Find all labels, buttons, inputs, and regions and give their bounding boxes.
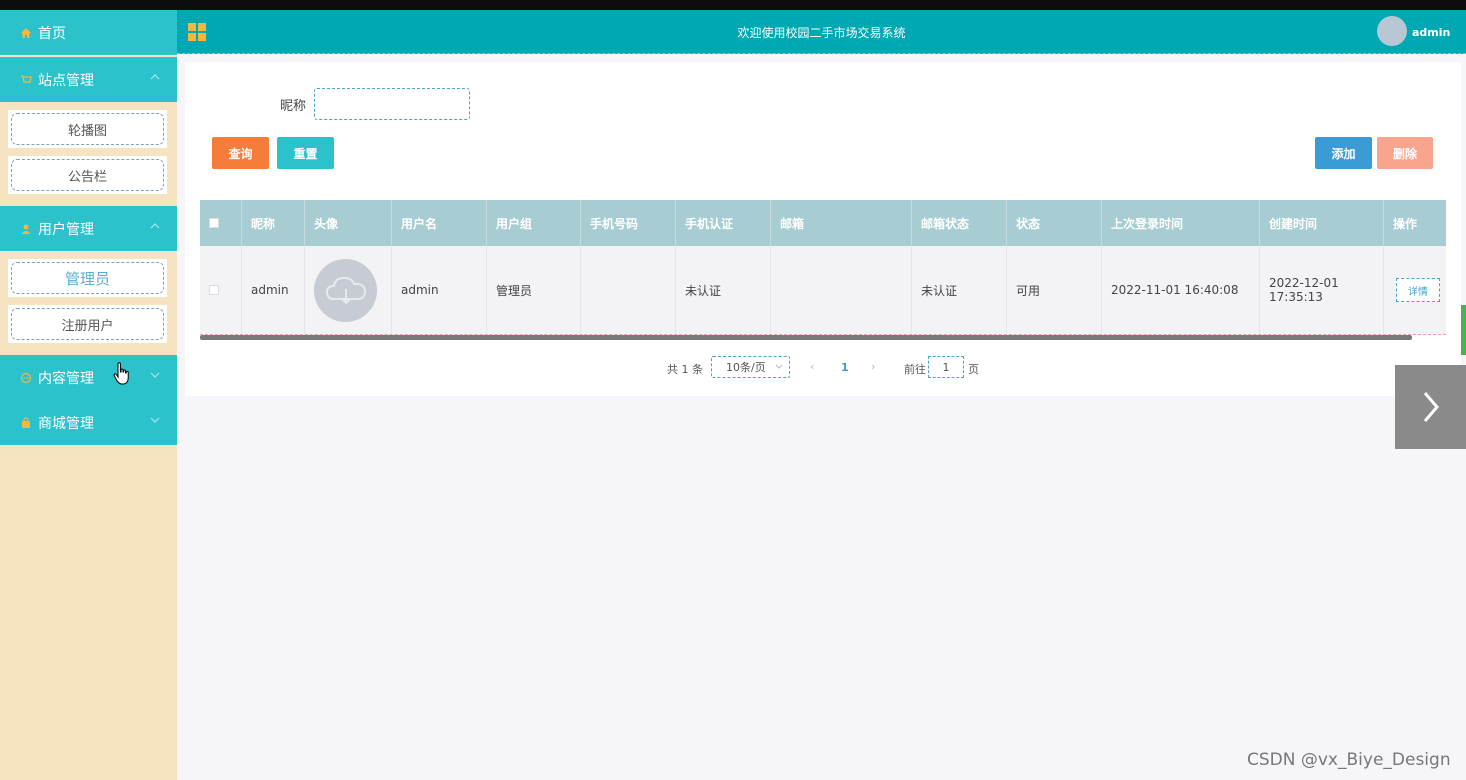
column-header[interactable]: 上次登录时间 [1102,200,1260,246]
cell-username: admin [392,246,487,334]
column-header: 头像 [305,200,392,246]
column-header[interactable]: 邮箱 [771,200,912,246]
sidebar-item-admin[interactable]: 管理员 [8,259,167,297]
sidebar-group-user[interactable]: 用户管理 [0,206,177,251]
sidebar-group-label: 用户管理 [38,221,94,238]
watermark: CSDN @vx_Biye_Design [1247,750,1451,770]
add-button[interactable]: 添加 [1315,137,1372,169]
cloud-avatar-icon [314,258,377,322]
cell-created: 2022-12-01 17:35:13 [1260,246,1384,334]
goto-label: 前往 [904,363,926,376]
window-top-strip [0,0,1466,10]
column-header[interactable]: 邮箱状态 [912,200,1007,246]
next-page-button[interactable]: › [871,360,875,373]
reset-button[interactable]: 重置 [277,137,334,169]
table-header: 昵称 头像 用户名 用户组 手机号码 手机认证 邮箱 邮箱状态 状态 上次登录时… [200,200,1446,246]
edge-indicator [1461,305,1466,355]
pagination: 共 1 条 10条/页 ‹ 1 › 前往 1 页 [185,356,1461,380]
user-icon [19,222,32,235]
select-all-cell [200,200,242,246]
sidebar-item-notice[interactable]: 公告栏 [8,156,167,194]
sidebar: 首页 站点管理 轮播图 公告栏 用户管理 管理员 注册用户 内容管理 商城管理 [0,10,177,780]
sidebar-item-carousel[interactable]: 轮播图 [8,110,167,148]
detail-button[interactable]: 详情 [1396,278,1440,302]
nickname-input[interactable] [314,88,470,120]
bag-icon [19,416,32,429]
username-label[interactable]: admin [1412,26,1450,39]
chevron-right-icon [1423,392,1439,422]
next-slide-button[interactable] [1395,365,1466,449]
cell-nickname: admin [242,246,305,334]
sidebar-item-home[interactable]: 首页 [0,10,177,55]
chevron-up-icon [150,223,160,229]
column-header[interactable]: 昵称 [242,200,305,246]
chevron-up-icon [150,74,160,80]
chevron-down-icon [150,372,160,378]
page-size-select[interactable]: 10条/页 [711,356,790,378]
cell-email [771,246,912,334]
hand-pointer-icon [113,362,129,385]
delete-button[interactable]: 删除 [1377,137,1433,169]
nickname-label: 昵称 [280,99,307,114]
cell-status: 可用 [1007,246,1102,334]
sidebar-group-content[interactable]: 内容管理 [0,355,177,400]
chevron-down-icon [150,417,160,423]
home-icon [19,26,32,39]
sidebar-group-site[interactable]: 站点管理 [0,57,177,102]
user-table: 昵称 头像 用户名 用户组 手机号码 手机认证 邮箱 邮箱状态 状态 上次登录时… [200,200,1446,340]
sidebar-group-label: 商城管理 [38,415,94,432]
top-header: 欢迎使用校园二手市场交易系统 admin [177,10,1466,54]
page-number[interactable]: 1 [841,361,849,374]
query-button[interactable]: 查询 [212,137,269,169]
cell-phone-verified: 未认证 [676,246,771,334]
cell-action: 详情 [1384,246,1446,334]
sidebar-group-label: 站点管理 [38,72,94,89]
cell-avatar [305,246,392,334]
column-header: 操作 [1393,216,1418,231]
horizontal-scrollbar[interactable] [200,335,1412,340]
sidebar-group-mall[interactable]: 商城管理 [0,400,177,445]
total-count: 共 1 条 [667,363,703,376]
column-header[interactable]: 用户组 [487,200,581,246]
sidebar-item-label: 首页 [38,25,66,42]
select-all-checkbox[interactable] [209,218,219,228]
table-row: admin admin 管理员 未认证 未认证 可用 2022-11-01 16… [200,246,1446,335]
cell-last-login: 2022-11-01 16:40:08 [1102,246,1260,334]
page-suffix: 页 [968,363,979,376]
row-checkbox[interactable] [209,285,219,295]
column-header[interactable]: 手机号码 [581,200,676,246]
page-title: 欢迎使用校园二手市场交易系统 [737,26,906,40]
chevron-down-icon [775,364,783,369]
cell-email-status: 未认证 [912,246,1007,334]
column-header[interactable]: 状态 [1007,200,1102,246]
avatar[interactable] [1377,16,1407,46]
chat-icon [19,371,32,384]
goto-page-input[interactable]: 1 [928,356,964,378]
prev-page-button[interactable]: ‹ [810,360,814,373]
cell-phone [581,246,676,334]
column-header[interactable]: 手机认证 [676,200,771,246]
sidebar-item-registered-users[interactable]: 注册用户 [8,305,167,343]
column-header[interactable]: 创建时间 [1260,200,1384,246]
cart-icon [19,73,32,86]
cell-group: 管理员 [487,246,581,334]
sidebar-group-label: 内容管理 [38,370,94,387]
row-select-cell [200,246,242,334]
column-header[interactable]: 用户名 [392,200,487,246]
content-card: 昵称 查询 重置 添加 删除 昵称 头像 用户名 用户组 手机号码 手机认证 邮… [185,62,1461,396]
